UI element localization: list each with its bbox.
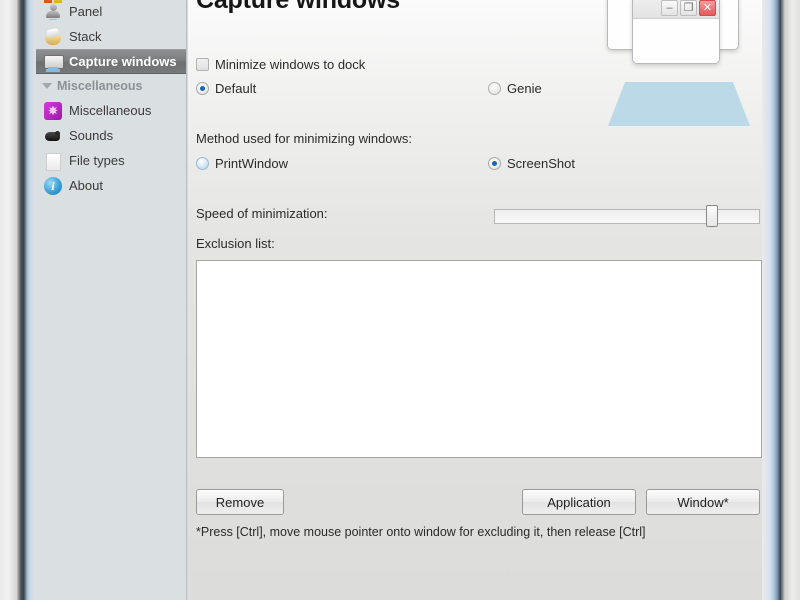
exclusion-list-section: Exclusion list: bbox=[188, 188, 762, 478]
radio-label: Genie bbox=[507, 81, 542, 96]
sidebar-item-about[interactable]: About bbox=[36, 173, 186, 198]
radio-printwindow[interactable]: PrintWindow bbox=[196, 156, 288, 171]
sidebar-item-label: Panel bbox=[69, 4, 103, 19]
file-types-icon bbox=[44, 152, 62, 171]
page-title: Capture windows bbox=[196, 0, 400, 14]
capture-windows-icon bbox=[44, 53, 64, 71]
preview-window-front: – ❐ ✕ bbox=[632, 0, 720, 64]
restore-icon: ❐ bbox=[680, 0, 697, 16]
exclusion-list-label-text: Exclusion list: bbox=[196, 236, 275, 251]
radio-genie[interactable]: Genie bbox=[488, 81, 542, 96]
exclusion-list-label: Exclusion list: bbox=[196, 236, 275, 251]
chevron-down-icon bbox=[42, 83, 52, 89]
settings-panel: Capture windows – ❐ ✕ – ❐ ✕ bbox=[188, 0, 762, 600]
application-window: Icons Panel Stack Capture windows Miscel… bbox=[0, 0, 800, 600]
radio-screenshot[interactable]: ScreenShot bbox=[488, 156, 575, 171]
sidebar-item-file-types[interactable]: File types bbox=[36, 148, 186, 173]
remove-button[interactable]: Remove bbox=[196, 489, 284, 515]
sidebar-item-label: File types bbox=[69, 153, 125, 168]
method-label-text: Method used for minimizing windows: bbox=[196, 131, 413, 146]
sidebar-item-label: Sounds bbox=[69, 128, 114, 143]
preview-titlebar: – ❐ ✕ bbox=[633, 0, 719, 19]
speaker-icon bbox=[44, 127, 62, 145]
puzzle-icon bbox=[44, 101, 62, 120]
window-button[interactable]: Window* bbox=[646, 489, 760, 515]
sidebar-item-panel[interactable]: Panel bbox=[36, 0, 186, 24]
application-button[interactable]: Application bbox=[522, 489, 636, 515]
panel-icon bbox=[44, 3, 62, 21]
checkbox-label: Minimize windows to dock bbox=[215, 57, 366, 72]
sidebar-item-stack[interactable]: Stack bbox=[36, 24, 186, 49]
capture-preview-illustration: – ❐ ✕ – ❐ ✕ bbox=[598, 0, 750, 132]
footnote-text: *Press [Ctrl], move mouse pointer onto w… bbox=[196, 525, 646, 539]
radio-icon[interactable] bbox=[488, 82, 501, 95]
radio-default[interactable]: Default bbox=[196, 81, 256, 96]
stack-icon bbox=[44, 28, 62, 46]
checkbox-icon[interactable] bbox=[196, 58, 209, 71]
sidebar-navigation: Icons Panel Stack Capture windows Miscel… bbox=[36, 0, 187, 600]
sidebar-group-label: Miscellaneous bbox=[57, 79, 143, 93]
minimize-icon: – bbox=[661, 0, 678, 16]
radio-label: PrintWindow bbox=[215, 156, 288, 171]
sidebar-item-miscellaneous[interactable]: Miscellaneous bbox=[36, 98, 186, 123]
close-icon: ✕ bbox=[699, 0, 716, 16]
window-right-border bbox=[762, 0, 800, 600]
radio-label: ScreenShot bbox=[507, 156, 575, 171]
sidebar-item-sounds[interactable]: Sounds bbox=[36, 123, 186, 148]
window-left-border bbox=[0, 0, 36, 600]
method-label: Method used for minimizing windows: bbox=[196, 131, 412, 146]
sidebar-item-label: Stack bbox=[69, 29, 102, 44]
radio-icon[interactable] bbox=[196, 157, 209, 170]
sidebar-item-label: Miscellaneous bbox=[69, 103, 152, 118]
radio-icon[interactable] bbox=[488, 157, 501, 170]
exclusion-list-box[interactable] bbox=[196, 260, 762, 458]
radio-icon[interactable] bbox=[196, 82, 209, 95]
sidebar-item-label: About bbox=[69, 178, 103, 193]
dock-shape bbox=[608, 82, 750, 126]
sidebar-item-label: Capture windows bbox=[69, 54, 177, 69]
sidebar-item-capture-windows[interactable]: Capture windows bbox=[36, 49, 186, 74]
sidebar-group-miscellaneous[interactable]: Miscellaneous bbox=[36, 74, 186, 98]
minimize-to-dock-checkbox[interactable]: Minimize windows to dock bbox=[196, 57, 365, 72]
preview-window-body bbox=[633, 19, 719, 63]
radio-label: Default bbox=[215, 81, 257, 96]
info-icon bbox=[44, 176, 62, 195]
